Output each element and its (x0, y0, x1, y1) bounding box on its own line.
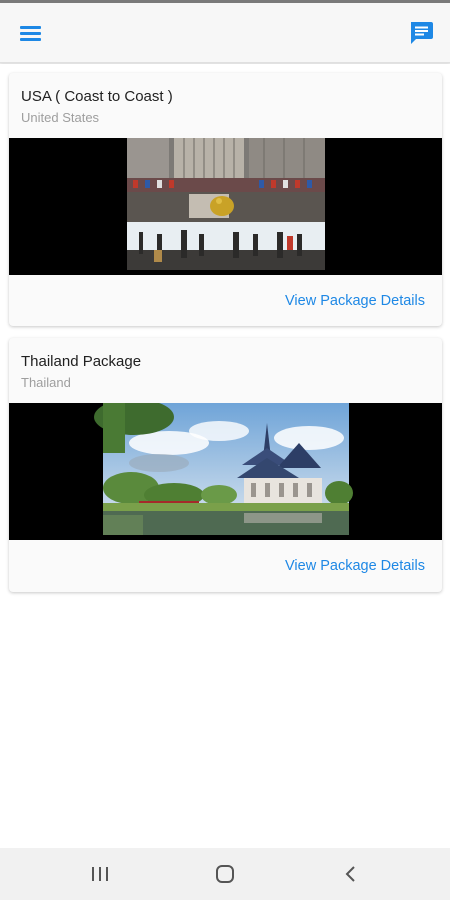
chat-message-icon[interactable] (406, 19, 436, 47)
rockefeller-ice-rink-image (9, 138, 442, 275)
package-list: USA ( Coast to Coast ) United States Vie… (0, 64, 450, 848)
package-title: USA ( Coast to Coast ) (21, 88, 173, 105)
thailand-temple-image (9, 403, 442, 540)
package-image[interactable] (9, 138, 442, 275)
app-bar (0, 3, 450, 63)
package-card-usa[interactable]: USA ( Coast to Coast ) United States Vie… (9, 73, 442, 326)
view-package-details-button[interactable]: View Package Details (285, 558, 425, 574)
view-package-details-button[interactable]: View Package Details (285, 293, 425, 309)
back-icon[interactable] (330, 860, 370, 888)
home-icon[interactable] (205, 860, 245, 888)
system-navigation-bar (0, 848, 450, 900)
package-card-thailand[interactable]: Thailand Package Thailand View Package D… (9, 338, 442, 592)
hamburger-menu-icon[interactable] (16, 19, 46, 47)
package-country: United States (21, 110, 100, 125)
recent-apps-icon[interactable] (80, 860, 120, 888)
package-title: Thailand Package (21, 353, 142, 370)
package-country: Thailand (21, 375, 71, 390)
package-image[interactable] (9, 403, 442, 540)
